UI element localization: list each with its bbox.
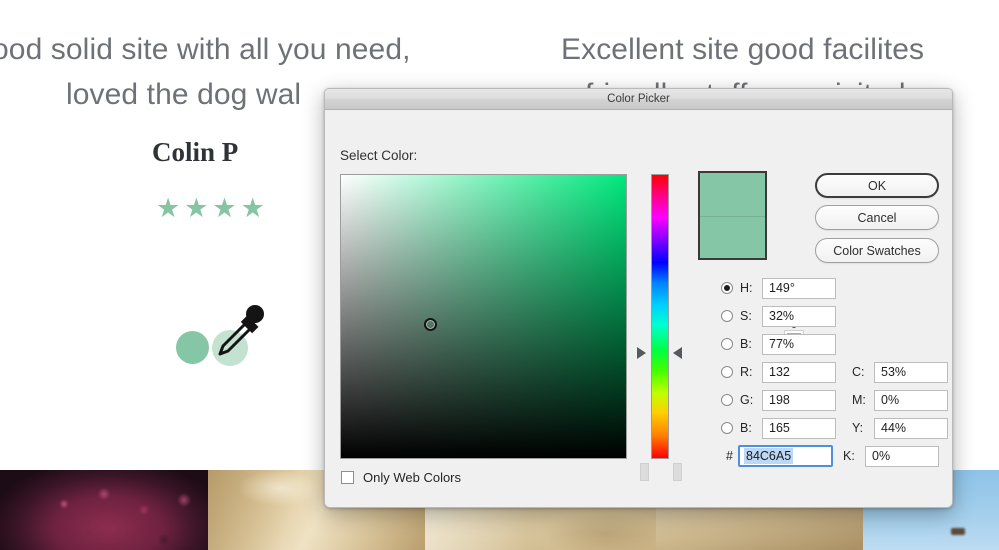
label-cyan: C: [852,365,865,379]
input-green[interactable]: 198 [762,389,836,411]
field-row-saturation: S: 32% [721,305,836,327]
review-text-left-line1: ood solid site with all you need, [0,33,411,66]
radio-green[interactable] [721,394,733,406]
reviewer-name: Colin P [152,137,239,167]
hue-strip[interactable] [651,174,669,459]
input-cyan[interactable]: 53% [874,361,948,383]
field-row-blue: B: 165 Y: 44% [721,417,948,439]
color-preview-swatch[interactable] [698,171,767,260]
label-hue: H: [740,281,753,295]
input-blue[interactable]: 165 [762,417,836,439]
input-saturation[interactable]: 32% [762,305,836,327]
color-dot-solid[interactable] [176,331,209,364]
field-row-hex: # 84C6A5 K: 0% [721,445,939,467]
input-black[interactable]: 0% [865,445,939,467]
input-hue[interactable]: 149° [762,277,836,299]
dialog-titlebar[interactable]: Color Picker [325,89,952,110]
label-red: R: [740,365,753,379]
hue-nub-left [640,463,649,481]
screen: ood solid site with all you need, loved … [0,0,999,550]
label-saturation: S: [740,309,752,323]
sb-cursor-handle[interactable] [424,318,437,331]
preview-divider [700,215,765,217]
photo-thumbnail[interactable] [0,470,208,550]
star-rating: ★★★★ [156,193,269,223]
input-brightness[interactable]: 77% [762,333,836,355]
radio-blue[interactable] [721,422,733,434]
radio-brightness[interactable] [721,338,733,350]
only-web-colors-label: Only Web Colors [363,470,462,485]
radio-saturation[interactable] [721,310,733,322]
only-web-colors-row[interactable]: Only Web Colors [341,470,461,485]
hex-value: 84C6A5 [744,448,794,464]
radio-red[interactable] [721,366,733,378]
field-row-brightness: B: 77% [721,333,836,355]
field-row-green: G: 198 M: 0% [721,389,948,411]
field-row-hue: H: 149° [721,277,836,299]
dialog-body: Select Color: OK Cancel Color Swatches H… [325,110,952,507]
hash-symbol: # [726,449,733,463]
review-text-left-line2: loved the dog wal [66,78,302,111]
eyedropper-icon [218,305,264,356]
label-brightness: B: [740,337,752,351]
radio-hue[interactable] [721,282,733,294]
hue-handle-right-icon[interactable] [673,347,682,359]
saturation-brightness-field[interactable] [340,174,627,459]
label-magenta: M: [852,393,866,407]
hue-handle-left-icon[interactable] [637,347,646,359]
ok-button[interactable]: OK [815,173,939,198]
hue-nub-right [673,463,682,481]
cancel-button[interactable]: Cancel [815,205,939,230]
label-green: G: [740,393,754,407]
input-hex[interactable]: 84C6A5 [738,445,833,467]
color-swatches-button[interactable]: Color Swatches [815,238,939,263]
input-yellow[interactable]: 44% [874,417,948,439]
color-picker-dialog: Color Picker Select Color: OK Cancel Col… [324,88,953,508]
field-row-red: R: 132 C: 53% [721,361,948,383]
hue-slider[interactable] [637,174,682,481]
review-text-right-line1: Excellent site good facilites [561,33,925,66]
dialog-title: Color Picker [607,93,670,105]
only-web-colors-checkbox[interactable] [341,471,354,484]
label-blue: B: [740,421,752,435]
label-black: K: [843,449,855,463]
input-magenta[interactable]: 0% [874,389,948,411]
input-red[interactable]: 132 [762,361,836,383]
select-color-label: Select Color: [340,148,418,163]
label-yellow: Y: [852,421,864,435]
